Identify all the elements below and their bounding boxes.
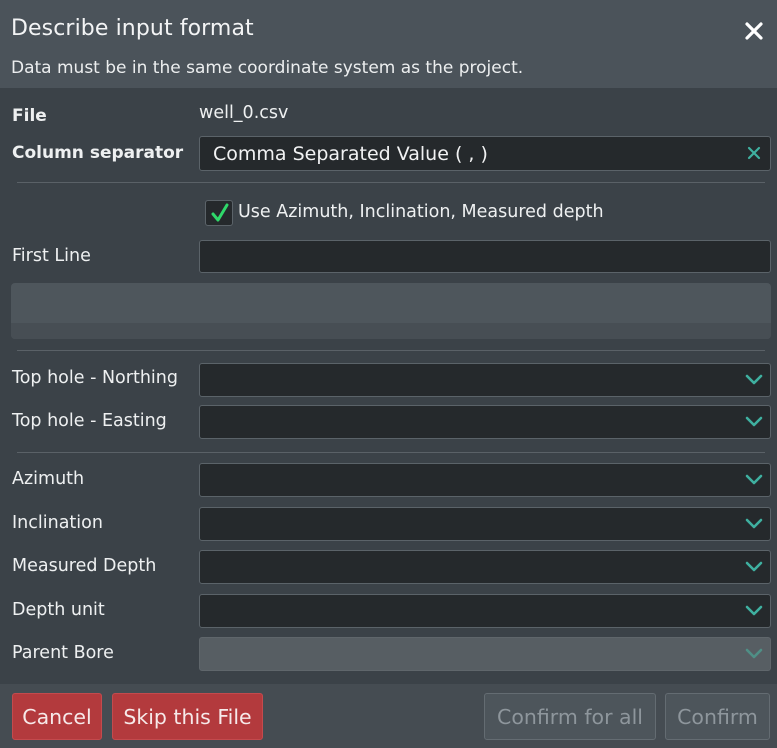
use-aim-checkbox[interactable] [205,200,233,226]
measured-depth-select[interactable] [199,550,771,584]
dialog-header: Describe input format Data must be in th… [0,0,777,88]
column-separator-label: Column separator [12,143,184,163]
divider [17,350,765,351]
file-label: File [12,106,47,126]
azimuth-select[interactable] [199,463,771,497]
parent-bore-select [199,637,771,671]
checkmark-icon [211,203,229,222]
depth-unit-select[interactable] [199,594,771,628]
parent-bore-label: Parent Bore [12,643,114,663]
skip-file-button[interactable]: Skip this File [112,693,263,740]
clear-x-icon[interactable] [746,145,762,161]
easting-select[interactable] [199,405,771,439]
file-preview-panel [11,283,771,339]
chevron-down-icon [745,518,763,529]
northing-label: Top hole - Northing [12,368,178,388]
file-name: well_0.csv [199,103,289,123]
measured-depth-label: Measured Depth [12,556,157,576]
close-button[interactable] [741,18,767,44]
first-line-label: First Line [12,246,91,266]
divider [17,182,765,183]
dialog-title: Describe input format [11,16,254,41]
use-aim-label: Use Azimuth, Inclination, Measured depth [238,202,604,222]
column-separator-value: Comma Separated Value ( , ) [213,143,488,165]
inclination-label: Inclination [12,513,103,533]
chevron-down-icon [745,374,763,385]
northing-select[interactable] [199,363,771,397]
azimuth-label: Azimuth [12,469,85,489]
dialog-subtitle: Data must be in the same coordinate syst… [11,58,524,78]
describe-input-format-dialog: Describe input format Data must be in th… [0,0,777,748]
first-line-input[interactable] [199,240,771,273]
chevron-down-icon [745,561,763,572]
chevron-down-icon [745,648,763,659]
depth-unit-label: Depth unit [12,600,105,620]
chevron-down-icon [745,416,763,427]
inclination-select[interactable] [199,507,771,541]
chevron-down-icon [745,474,763,485]
confirm-for-all-button[interactable]: Confirm for all [484,693,656,740]
preview-band [11,323,771,339]
divider [17,452,765,453]
chevron-down-icon [745,605,763,616]
cancel-button[interactable]: Cancel [12,693,102,740]
easting-label: Top hole - Easting [12,411,167,431]
column-separator-select[interactable]: Comma Separated Value ( , ) [199,136,771,171]
close-icon [745,22,763,40]
confirm-button[interactable]: Confirm [665,693,770,740]
